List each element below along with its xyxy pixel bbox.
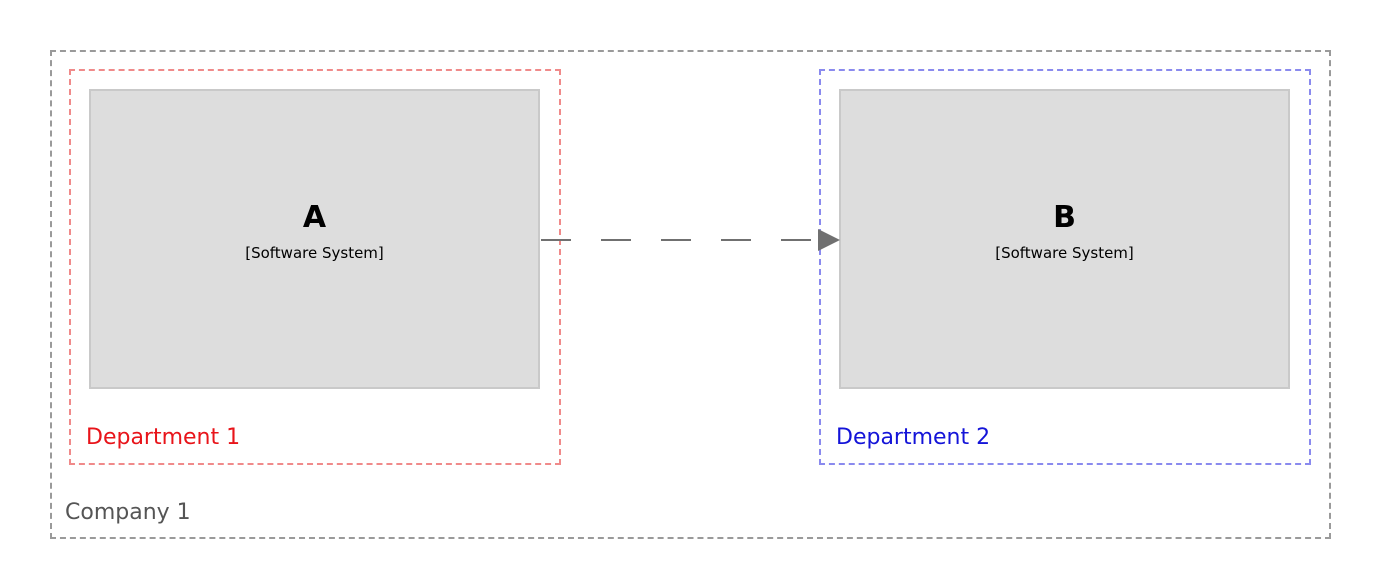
- department-1-label: Department 1: [86, 425, 241, 450]
- system-type: [Software System]: [245, 244, 384, 262]
- software-system-a[interactable]: A [Software System]: [89, 89, 540, 389]
- system-type: [Software System]: [995, 244, 1134, 262]
- company-label: Company 1: [65, 500, 191, 525]
- department-2-label: Department 2: [836, 425, 991, 450]
- system-name: A: [302, 200, 327, 235]
- software-system-b[interactable]: B [Software System]: [839, 89, 1290, 389]
- system-name: B: [1053, 200, 1076, 235]
